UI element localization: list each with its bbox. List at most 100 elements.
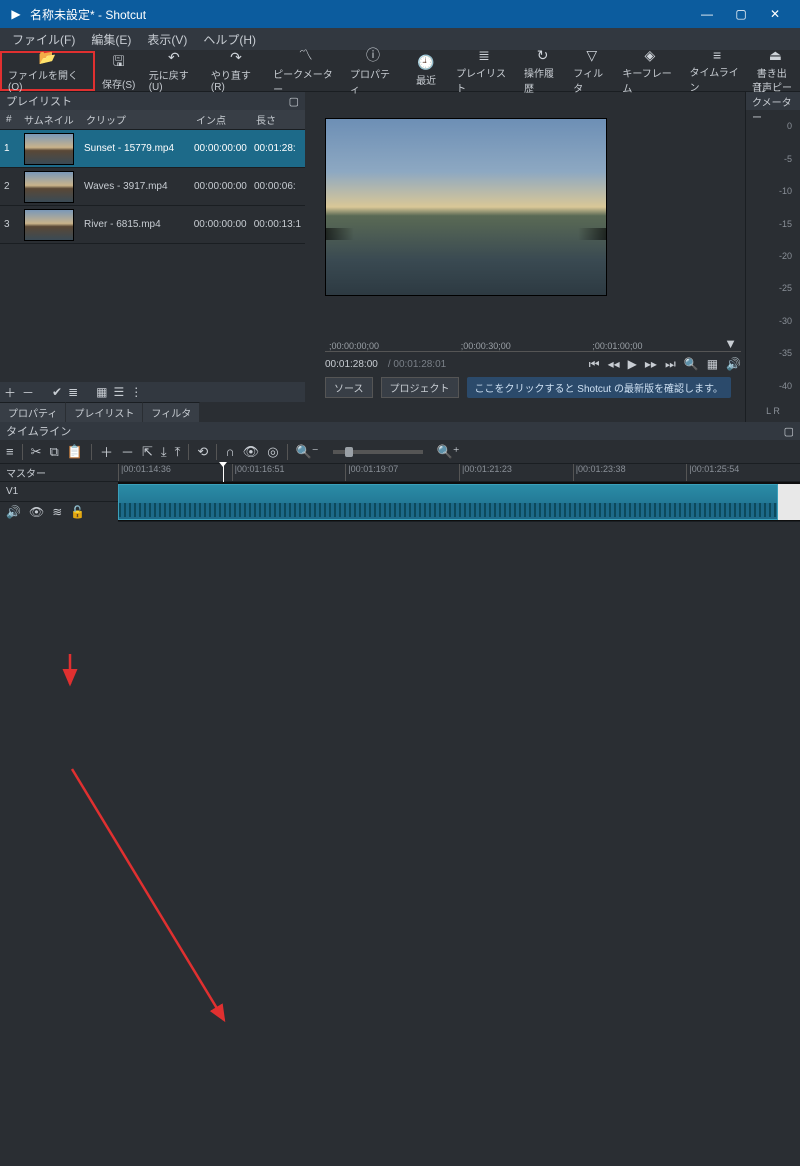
toolbar-プロパティ[interactable]: ⓘプロパティ (344, 51, 402, 91)
timeline-ruler-tick: |00:01:25:54 (686, 464, 800, 481)
tl-copy-icon[interactable]: ⧉ (50, 444, 59, 460)
toolbar-ピークメーター[interactable]: 〽ピークメーター (267, 51, 344, 91)
tl-lift-icon[interactable]: ⇱ (142, 444, 153, 460)
toolbar-最近[interactable]: 🕘最近 (402, 51, 450, 91)
toolbar-操作履歴[interactable]: ↻操作履歴 (518, 51, 567, 91)
pl-remove-icon[interactable]: － (22, 384, 34, 401)
track-lock-icon[interactable]: 🔓 (70, 505, 85, 519)
playlist-row-index: 2 (0, 168, 18, 205)
video-preview[interactable] (325, 118, 607, 296)
toolbar-label: 元に戻す(U) (149, 67, 199, 93)
zoom-preview-icon[interactable]: 🔍 (684, 357, 699, 372)
tl-ripple-icon[interactable]: ◎ (267, 444, 278, 460)
toolbar-タイムライン[interactable]: ≡タイムライン (683, 51, 750, 91)
toolbar-プレイリスト[interactable]: ≣プレイリスト (450, 51, 518, 91)
timeline-panel-menu-icon[interactable]: ▢ (784, 425, 794, 438)
tab-playlist[interactable]: プレイリスト (66, 402, 143, 422)
tl-scrub-icon[interactable]: 👁 (243, 444, 260, 460)
tl-zoom-out-icon[interactable]: 🔍⁻ (296, 444, 319, 460)
tl-insert-icon[interactable]: ⤓ (161, 444, 167, 460)
tl-append-icon[interactable]: ＋ (100, 442, 113, 461)
playlist-row[interactable]: 2Waves - 3917.mp400:00:00:0000:00:06: (0, 168, 305, 206)
timeline-ruler-tick: |00:01:19:07 (345, 464, 459, 481)
preview-ruler-tick: ;00:00:30;00 (461, 341, 511, 351)
toolbar-キーフレーム[interactable]: ◈キーフレーム (616, 51, 683, 91)
menu-edit[interactable]: 編集(E) (83, 29, 139, 50)
master-track-label[interactable]: マスター (0, 464, 118, 482)
step-fwd-icon[interactable]: ▸▸ (645, 357, 657, 372)
volume-icon[interactable]: 🔊 (726, 357, 741, 372)
pl-detail-icon[interactable]: ☰ (114, 385, 125, 399)
update-banner[interactable]: ここをクリックすると Shotcut の最新版を確認します。 (467, 377, 731, 398)
toolbar-元に戻す(U)[interactable]: ↶元に戻す(U) (143, 51, 205, 91)
playlist-header-thumb[interactable]: サムネイル (18, 110, 80, 129)
grid-preview-icon[interactable]: ▦ (707, 357, 718, 372)
playlist-row-index: 3 (0, 206, 18, 243)
toolbar-label: 操作履歴 (524, 65, 561, 95)
pl-add-icon[interactable]: ＋ (4, 384, 16, 401)
toolbar-label: タイムライン (689, 64, 744, 94)
playlist-row[interactable]: 1Sunset - 15779.mp400:00:00:0000:01:28: (0, 130, 305, 168)
track-mute-icon[interactable]: 🔊 (6, 505, 21, 519)
toolbar-やり直す(R)[interactable]: ↷やり直す(R) (205, 51, 267, 91)
menu-file[interactable]: ファイル(F) (4, 29, 83, 50)
playlist-header-index[interactable]: # (0, 110, 18, 129)
minimize-button[interactable]: — (690, 0, 724, 28)
tl-cut-icon[interactable]: ✂ (31, 444, 42, 460)
tl-menu-icon[interactable]: ≡ (6, 444, 14, 459)
timeline-playhead[interactable] (223, 464, 224, 482)
toolbar-ファイルを開く(O)[interactable]: 📂ファイルを開く(O) (0, 51, 95, 91)
playlist-header-clip[interactable]: クリップ (80, 110, 190, 129)
tl-snap-icon[interactable]: ∩ (225, 444, 234, 459)
step-back-icon[interactable]: ◂◂ (608, 357, 620, 372)
tl-overwrite-icon[interactable]: ⤒ (175, 444, 181, 460)
timeline-toolbar: ≡ ✂ ⧉ 📋 ＋ － ⇱ ⤓ ⤒ ⟲ ∩ 👁 ◎ 🔍⁻ 🔍⁺ (0, 440, 800, 464)
tab-properties[interactable]: プロパティ (0, 402, 66, 422)
skip-start-icon[interactable]: ⏮ (589, 357, 600, 372)
tl-remove-icon[interactable]: － (121, 442, 134, 461)
timeline-lane-v1[interactable] (118, 482, 800, 522)
pl-check-icon[interactable]: ✔ (52, 385, 62, 399)
tl-zoom-in-icon[interactable]: 🔍⁺ (437, 444, 460, 460)
main-toolbar: 📂ファイルを開く(O)🖫保存(S)↶元に戻す(U)↷やり直す(R)〽ピークメータ… (0, 50, 800, 92)
preview-ruler-tick: ;00:01:00;00 (592, 341, 642, 351)
v1-track-label[interactable]: V1 (0, 482, 118, 502)
playlist-panel-menu-icon[interactable]: ▢ (289, 95, 299, 108)
preview-out-marker-icon[interactable]: ▼ (724, 336, 737, 351)
playlist-row[interactable]: 3River - 6815.mp400:00:00:0000:00:13:1 (0, 206, 305, 244)
toolbar-保存(S)[interactable]: 🖫保存(S) (95, 51, 143, 91)
meter-tick: -5 (784, 154, 792, 164)
timeline-clip[interactable] (118, 484, 778, 520)
menu-view[interactable]: 表示(V) (139, 29, 195, 50)
最近-icon: 🕘 (417, 54, 434, 71)
window-title: 名称未設定* - Shotcut (30, 6, 146, 23)
source-button[interactable]: ソース (325, 377, 373, 398)
pl-list-icon[interactable]: ≣ (68, 385, 78, 399)
timecode-current[interactable]: 00:01:28:00 (325, 359, 378, 370)
プロパティ-icon: ⓘ (366, 45, 380, 65)
maximize-button[interactable]: ▢ (724, 0, 758, 28)
tl-paste-icon[interactable]: 📋 (67, 444, 83, 460)
tl-split-icon[interactable]: ⟲ (197, 444, 208, 460)
pl-grid-icon[interactable]: ▦ (96, 385, 107, 399)
project-button[interactable]: プロジェクト (381, 377, 459, 398)
tl-zoom-slider[interactable] (333, 450, 423, 454)
close-button[interactable]: ✕ (758, 0, 792, 28)
track-hide-icon[interactable]: 👁 (29, 505, 44, 519)
tab-filter[interactable]: フィルタ (143, 402, 200, 422)
playlist-header-in[interactable]: イン点 (190, 110, 250, 129)
left-panel-tabs: プロパティ プレイリスト フィルタ (0, 402, 305, 422)
playlist-row-clip: Waves - 3917.mp4 (80, 168, 190, 205)
timeline-clip-tail[interactable] (778, 484, 800, 520)
meter-lr-label: L R (746, 402, 800, 422)
preview-ruler[interactable]: ;00:00:00;00 ;00:00:30;00 ;00:01:00;00 ▼ (325, 334, 741, 352)
track-comp-icon[interactable]: ≋ (52, 505, 62, 519)
toolbar-フィルタ[interactable]: ▽フィルタ (567, 51, 616, 91)
playlist-header-len[interactable]: 長さ (250, 110, 305, 129)
play-icon[interactable]: ▶ (628, 357, 637, 372)
playlist-toolbar: ＋ － ✔ ≣ ▦ ☰ ⋮ (0, 382, 305, 402)
skip-end-icon[interactable]: ⏭ (665, 357, 676, 372)
menu-help[interactable]: ヘルプ(H) (195, 29, 264, 50)
toolbar-label: 最近 (416, 72, 436, 87)
pl-overflow-icon[interactable]: ⋮ (130, 385, 142, 399)
